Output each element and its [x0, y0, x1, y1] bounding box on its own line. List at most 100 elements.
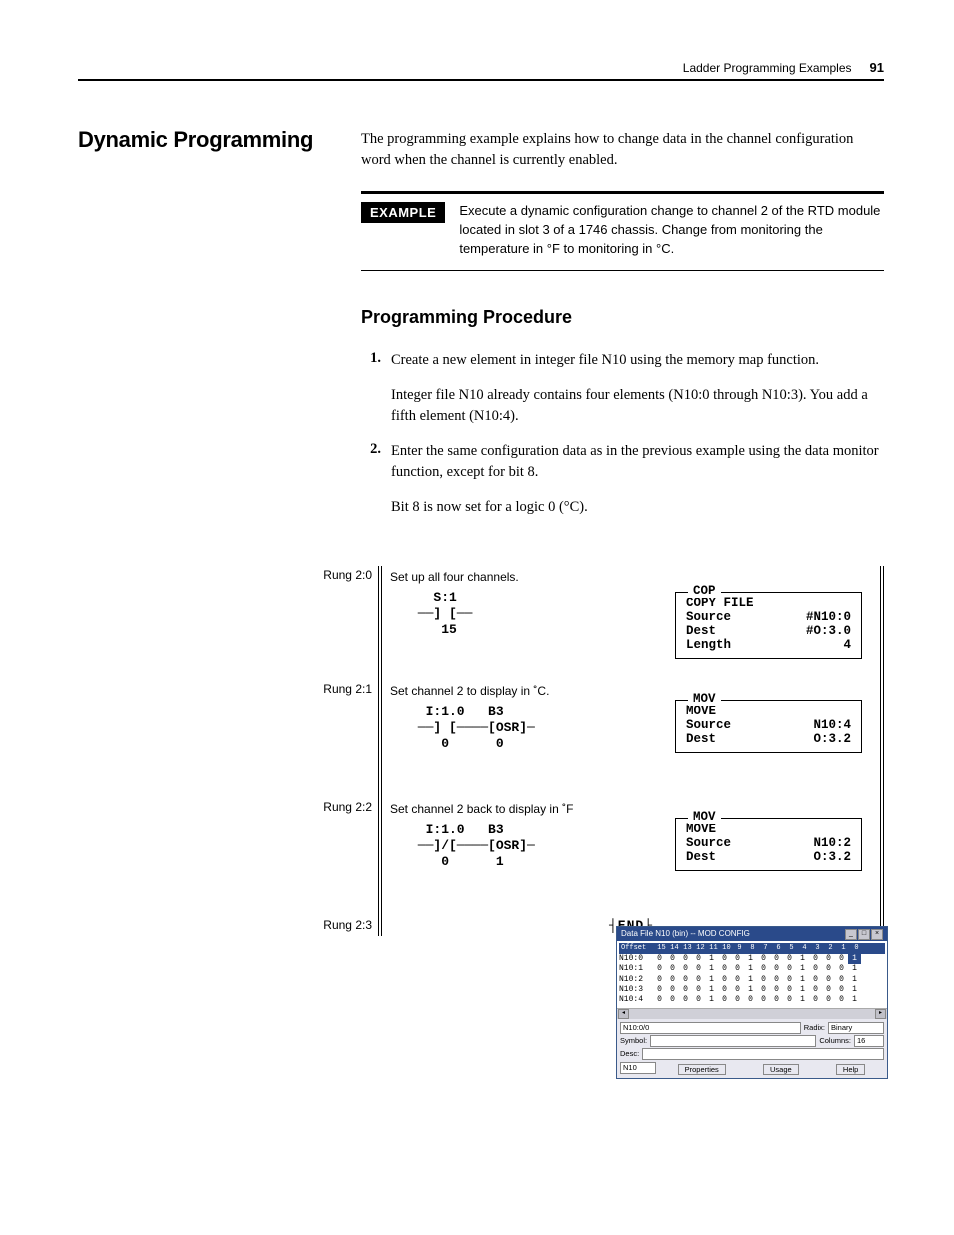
dw-bit-4-1[interactable]: 0 [666, 995, 679, 1005]
dw-bit-2-7[interactable]: 1 [744, 975, 757, 985]
dw-bit-2-11[interactable]: 1 [796, 975, 809, 985]
dw-bit-4-11[interactable]: 1 [796, 995, 809, 1005]
dw-bit-0-3[interactable]: 0 [692, 954, 705, 964]
help-button[interactable]: Help [836, 1064, 865, 1075]
dw-bit-3-8[interactable]: 0 [757, 985, 770, 995]
dw-bit-1-1[interactable]: 0 [666, 964, 679, 974]
dw-bit-3-11[interactable]: 1 [796, 985, 809, 995]
desc-input[interactable] [642, 1048, 884, 1060]
dw-bit-0-9[interactable]: 0 [770, 954, 783, 964]
dw-bit-4-13[interactable]: 0 [822, 995, 835, 1005]
dw-row-4[interactable]: N10:40000100000010001 [619, 995, 885, 1005]
maximize-icon[interactable]: □ [858, 929, 870, 940]
dw-bit-4-2[interactable]: 0 [679, 995, 692, 1005]
dw-bit-3-9[interactable]: 0 [770, 985, 783, 995]
dw-bit-4-3[interactable]: 0 [692, 995, 705, 1005]
dw-bit-2-2[interactable]: 0 [679, 975, 692, 985]
dw-bit-1-11[interactable]: 1 [796, 964, 809, 974]
radix-select[interactable]: Binary [828, 1022, 884, 1034]
dw-bit-0-12[interactable]: 0 [809, 954, 822, 964]
dw-bit-0-1[interactable]: 0 [666, 954, 679, 964]
dw-bit-1-4[interactable]: 1 [705, 964, 718, 974]
dw-bit-4-7[interactable]: 0 [744, 995, 757, 1005]
dw-bit-1-7[interactable]: 1 [744, 964, 757, 974]
dw-bit-3-6[interactable]: 0 [731, 985, 744, 995]
dw-bit-3-12[interactable]: 0 [809, 985, 822, 995]
dw-bit-1-9[interactable]: 0 [770, 964, 783, 974]
dw-bit-2-8[interactable]: 0 [757, 975, 770, 985]
h-scrollbar[interactable]: ◂▸ [617, 1008, 887, 1019]
dw-bit-0-15[interactable]: 1 [848, 954, 861, 964]
columns-select[interactable]: 16 [854, 1035, 884, 1047]
dw-bit-0-4[interactable]: 1 [705, 954, 718, 964]
dw-bit-1-8[interactable]: 0 [757, 964, 770, 974]
dw-bit-2-14[interactable]: 0 [835, 975, 848, 985]
dw-bit-1-14[interactable]: 0 [835, 964, 848, 974]
dw-bit-3-13[interactable]: 0 [822, 985, 835, 995]
dw-bit-0-11[interactable]: 1 [796, 954, 809, 964]
dw-bit-4-0[interactable]: 0 [653, 995, 666, 1005]
dw-bit-2-10[interactable]: 0 [783, 975, 796, 985]
dw-bit-4-6[interactable]: 0 [731, 995, 744, 1005]
dw-bit-2-6[interactable]: 0 [731, 975, 744, 985]
dw-bit-3-1[interactable]: 0 [666, 985, 679, 995]
file-select[interactable]: N10 [620, 1062, 656, 1074]
dw-bit-4-12[interactable]: 0 [809, 995, 822, 1005]
dw-bit-0-7[interactable]: 1 [744, 954, 757, 964]
dw-bit-1-10[interactable]: 0 [783, 964, 796, 974]
dw-bit-1-2[interactable]: 0 [679, 964, 692, 974]
dw-bit-3-10[interactable]: 0 [783, 985, 796, 995]
dw-bit-2-12[interactable]: 0 [809, 975, 822, 985]
dw-bit-1-12[interactable]: 0 [809, 964, 822, 974]
dw-bit-4-4[interactable]: 1 [705, 995, 718, 1005]
dw-bit-0-8[interactable]: 0 [757, 954, 770, 964]
dw-bit-1-0[interactable]: 0 [653, 964, 666, 974]
dw-bit-2-0[interactable]: 0 [653, 975, 666, 985]
dw-bit-1-6[interactable]: 0 [731, 964, 744, 974]
dw-bit-2-9[interactable]: 0 [770, 975, 783, 985]
dw-row-1[interactable]: N10:10000100100010001 [619, 964, 885, 974]
dw-bit-2-13[interactable]: 0 [822, 975, 835, 985]
dw-bit-4-14[interactable]: 0 [835, 995, 848, 1005]
dw-bit-0-14[interactable]: 0 [835, 954, 848, 964]
dw-bit-2-5[interactable]: 0 [718, 975, 731, 985]
dw-row-3[interactable]: N10:30000100100010001 [619, 985, 885, 995]
dw-row-2[interactable]: N10:20000100100010001 [619, 975, 885, 985]
dw-bit-0-0[interactable]: 0 [653, 954, 666, 964]
minimize-icon[interactable]: _ [845, 929, 857, 940]
dw-bit-3-7[interactable]: 1 [744, 985, 757, 995]
dw-bit-3-14[interactable]: 0 [835, 985, 848, 995]
dw-bit-3-4[interactable]: 1 [705, 985, 718, 995]
dw-bit-2-4[interactable]: 1 [705, 975, 718, 985]
dw-bit-2-15[interactable]: 1 [848, 975, 861, 985]
data-file-titlebar[interactable]: Data File N10 (bin) -- MOD CONFIG _□× [617, 927, 887, 941]
dw-bit-3-3[interactable]: 0 [692, 985, 705, 995]
dw-bit-3-0[interactable]: 0 [653, 985, 666, 995]
dw-bit-4-8[interactable]: 0 [757, 995, 770, 1005]
dw-bit-4-15[interactable]: 1 [848, 995, 861, 1005]
dw-bit-0-5[interactable]: 0 [718, 954, 731, 964]
dw-row-0[interactable]: N10:00000100100010001 [619, 954, 885, 964]
dw-bit-3-5[interactable]: 0 [718, 985, 731, 995]
properties-button[interactable]: Properties [678, 1064, 726, 1075]
dw-bit-0-2[interactable]: 0 [679, 954, 692, 964]
dw-bit-1-13[interactable]: 0 [822, 964, 835, 974]
dw-bit-1-15[interactable]: 1 [848, 964, 861, 974]
dw-bit-0-13[interactable]: 0 [822, 954, 835, 964]
address-input[interactable]: N10:0/0 [620, 1022, 801, 1034]
dw-bit-0-6[interactable]: 0 [731, 954, 744, 964]
dw-bit-1-3[interactable]: 0 [692, 964, 705, 974]
data-file-window[interactable]: Data File N10 (bin) -- MOD CONFIG _□× Of… [616, 926, 888, 1079]
dw-bit-1-5[interactable]: 0 [718, 964, 731, 974]
dw-bit-4-9[interactable]: 0 [770, 995, 783, 1005]
close-icon[interactable]: × [871, 929, 883, 940]
dw-bit-3-15[interactable]: 1 [848, 985, 861, 995]
dw-bit-4-10[interactable]: 0 [783, 995, 796, 1005]
symbol-input[interactable] [650, 1035, 816, 1047]
dw-bit-2-3[interactable]: 0 [692, 975, 705, 985]
dw-bit-3-2[interactable]: 0 [679, 985, 692, 995]
dw-bit-4-5[interactable]: 0 [718, 995, 731, 1005]
dw-bit-2-1[interactable]: 0 [666, 975, 679, 985]
window-controls[interactable]: _□× [844, 928, 883, 940]
usage-button[interactable]: Usage [763, 1064, 799, 1075]
